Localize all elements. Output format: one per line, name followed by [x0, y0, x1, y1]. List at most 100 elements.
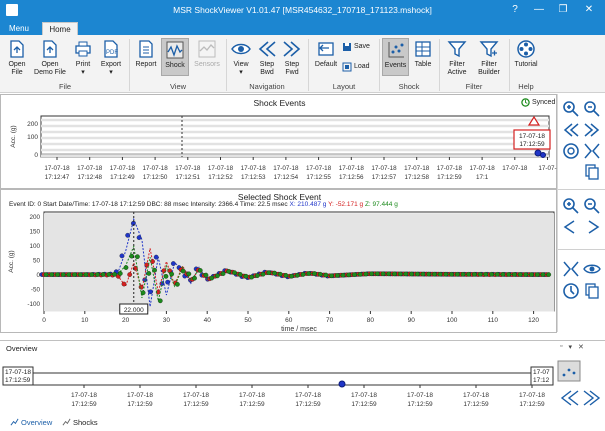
events-x-date-label: 17-07-18: [437, 165, 463, 172]
series-point-z: [66, 272, 72, 277]
selected-x-tick-label: 20: [122, 317, 130, 324]
default-layout-button[interactable]: Default: [312, 39, 340, 69]
fit-all-icon[interactable]: [583, 142, 601, 160]
load-layout-button[interactable]: Load: [342, 62, 372, 72]
scroll-right-icon[interactable]: [583, 121, 601, 139]
series-point-z: [306, 271, 312, 276]
sensors-button[interactable]: Sensors: [192, 39, 222, 69]
pan-left-icon[interactable]: [562, 218, 580, 236]
events-button[interactable]: Events: [382, 38, 409, 76]
report-button[interactable]: Report: [133, 39, 159, 69]
events-x-time-label: 17:12:50: [143, 174, 168, 181]
open-demo-file-button[interactable]: Open Demo File: [32, 39, 68, 77]
sensors-icon: [198, 40, 216, 58]
zoom-in-icon[interactable]: [562, 100, 580, 118]
close-panel-icon[interactable]: ✕: [578, 343, 584, 351]
filter-builder-button[interactable]: Filter Builder: [473, 39, 505, 77]
eye-icon[interactable]: [583, 260, 601, 278]
shock-view-button[interactable]: Shock: [161, 38, 189, 76]
series-point-z: [335, 273, 340, 278]
minimize-button[interactable]: —: [532, 3, 546, 17]
tab-shocks[interactable]: Shocks: [62, 418, 98, 427]
selected-x-tick-label: 70: [326, 317, 334, 324]
events-x-date-label: 17-07-18: [208, 165, 234, 172]
sidebar-divider: [558, 189, 605, 190]
series-point-x: [136, 235, 142, 240]
series-point-z: [472, 271, 477, 277]
series-point-z: [454, 271, 460, 277]
settings-icon[interactable]: [562, 282, 580, 300]
maximize-panel-icon[interactable]: ▫: [560, 343, 562, 351]
table-button[interactable]: Table: [411, 39, 435, 69]
series-point-z: [483, 271, 489, 277]
series-point-z: [43, 272, 49, 277]
selected-x-tick-label: 30: [163, 317, 171, 324]
close-button[interactable]: ✕: [582, 3, 596, 17]
zoom-out-icon[interactable]: [583, 100, 601, 118]
tab-menu[interactable]: Menu: [4, 22, 34, 35]
series-point-z: [123, 265, 129, 270]
filter-icon: [447, 41, 467, 58]
events-x-time-label: 17:12:59: [437, 174, 462, 181]
step-forward-button[interactable]: Step Fwd: [280, 39, 304, 77]
overview-panel: Overview ▫ ▾ ✕ 17-07-18 17:12:59 17-07 17:1…: [0, 340, 605, 431]
overview-x-time-label: 17:12:59: [183, 401, 209, 408]
view-dropdown-button[interactable]: View ▾: [229, 39, 253, 77]
series-point-z: [312, 271, 317, 276]
restore-button[interactable]: ❐: [556, 3, 570, 17]
group-separator: [129, 39, 130, 91]
overview-timeline[interactable]: 17-07-1817:12:5917-0717:1217-07-1817:12:…: [0, 351, 605, 423]
open-demo-file-icon: [43, 40, 57, 58]
pan-right-icon[interactable]: [583, 218, 601, 236]
events-x-time-label: 17:12:53: [241, 174, 266, 181]
overview-events-toggle-dot: [562, 373, 566, 377]
series-point-z: [466, 271, 472, 277]
events-x-time-label: 17:12:55: [306, 174, 331, 181]
tab-overview[interactable]: Overview: [10, 418, 52, 427]
reset-view-icon[interactable]: [562, 142, 580, 160]
shock-chart-icon: [166, 41, 184, 59]
series-point-x: [119, 253, 125, 259]
tab-home[interactable]: Home: [42, 22, 78, 35]
zoom-out-icon[interactable]: [583, 197, 601, 215]
fit-all-icon[interactable]: [562, 260, 580, 278]
scroll-left-icon[interactable]: [562, 121, 580, 139]
overview-x-time-label: 17:12:59: [463, 401, 489, 408]
series-point-z: [192, 275, 197, 281]
filter-active-button[interactable]: Filter Active: [443, 39, 471, 77]
series-point-z: [203, 272, 209, 278]
zoom-in-icon[interactable]: [562, 197, 580, 215]
series-point-z: [277, 271, 283, 277]
open-file-button[interactable]: Open File: [4, 39, 30, 77]
series-point-z: [175, 282, 180, 287]
selected-x-tick-label: 80: [367, 317, 375, 324]
copy-icon[interactable]: [583, 163, 601, 181]
export-button[interactable]: PDF Export ▾: [98, 39, 124, 77]
shock-events-chart[interactable]: 2001000Acc. (g)17-07-18 17-07-18 17-07-18 1…: [1, 95, 558, 190]
series-point-z: [494, 271, 500, 277]
series-point-z: [152, 267, 157, 273]
step-backward-button[interactable]: Step Bwd: [255, 39, 279, 77]
series-point-z: [135, 254, 140, 260]
series-point-z: [529, 272, 534, 277]
series-point-z: [352, 272, 357, 277]
save-icon: [343, 43, 351, 51]
overview-scroll-right-icon: [583, 390, 601, 406]
copy-icon[interactable]: [583, 282, 601, 300]
pin-panel-icon[interactable]: ▾: [568, 343, 572, 351]
group-separator: [439, 39, 440, 91]
print-button[interactable]: Print ▾: [70, 39, 96, 77]
overview-x-time-label: 17:12:59: [295, 401, 321, 408]
series-point-z: [77, 272, 83, 277]
selected-shock-chart[interactable]: 200150100500-50-100Acc. (g)0 10 20 30 40 50 60…: [1, 190, 558, 334]
ribbon-tab-bar: Menu Home: [0, 20, 605, 35]
group-label-file: File: [58, 82, 72, 91]
help-button[interactable]: ?: [508, 3, 522, 17]
overview-x-date-label: 17-07-18: [351, 392, 377, 399]
events-callout-time: 17:12:59: [519, 141, 545, 148]
events-x-date-label: 17-07-18: [404, 165, 430, 172]
events-x-date-label: 17-07-18: [77, 165, 103, 172]
save-layout-button[interactable]: Save: [342, 42, 372, 52]
overview-events-toggle-dot: [572, 371, 576, 375]
tutorial-button[interactable]: Tutorial: [512, 39, 540, 69]
